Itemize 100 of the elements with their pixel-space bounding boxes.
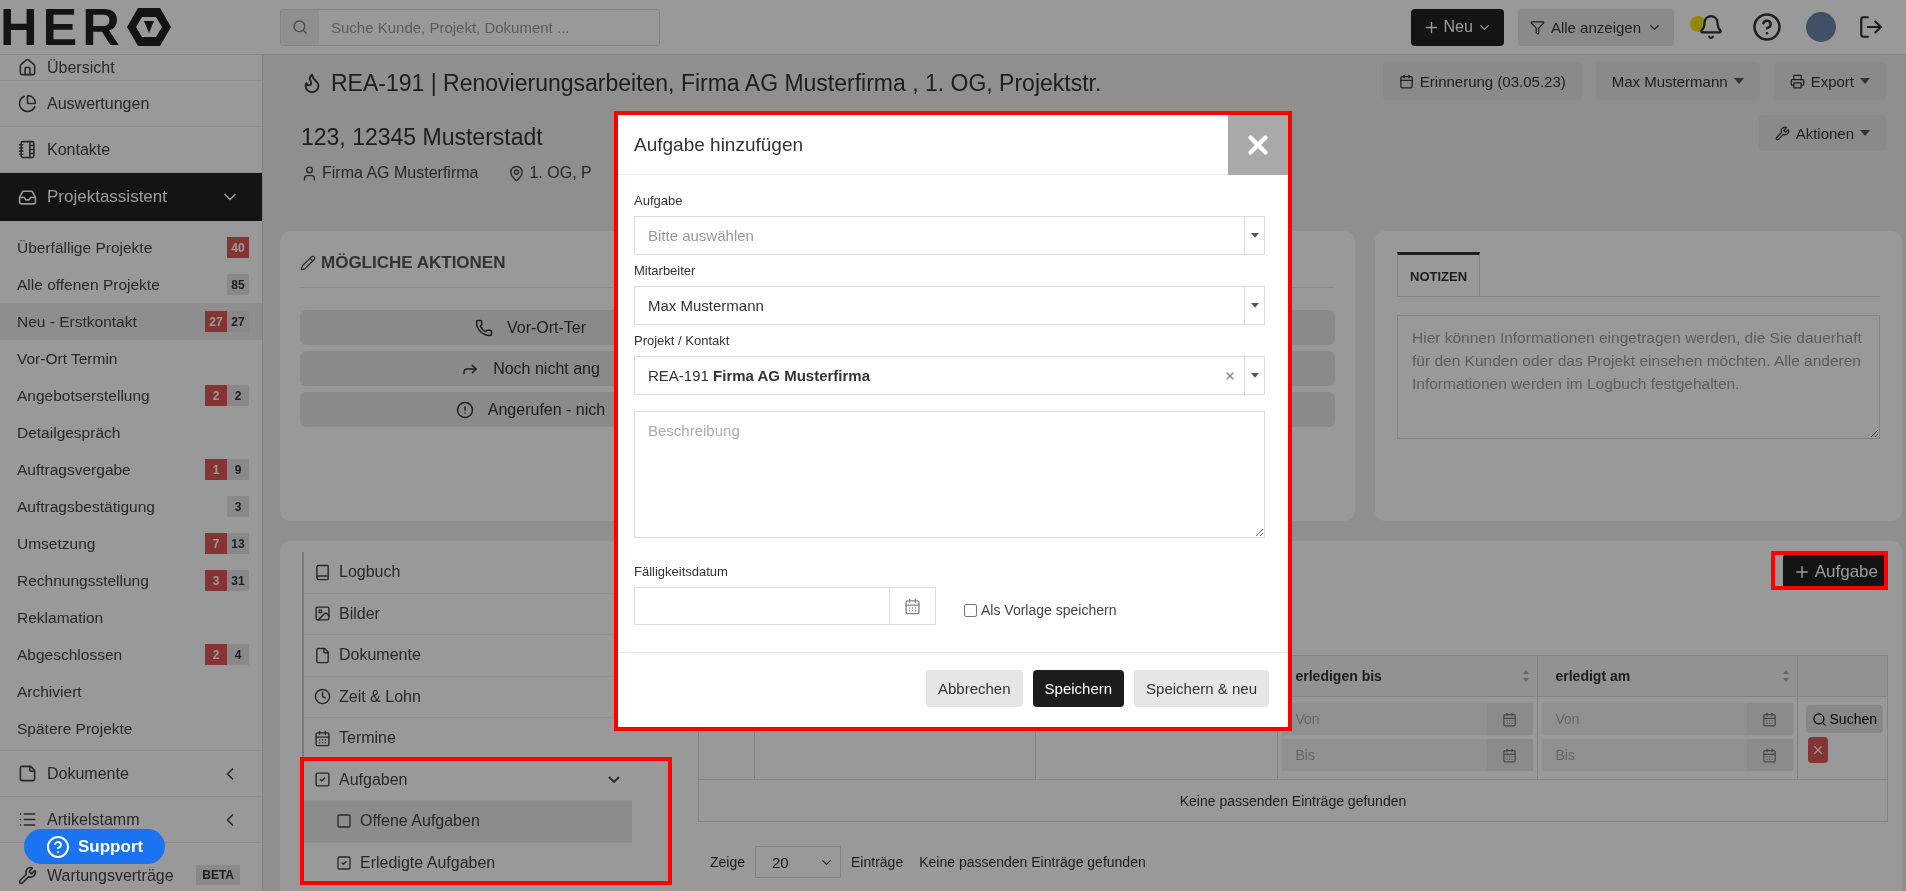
dialog-title: Aufgabe hinzufügen: [634, 133, 804, 156]
project-action-button[interactable]: Max Mustermann: [1595, 62, 1760, 100]
section-icon: [314, 771, 331, 789]
sidebar-icon: [18, 94, 37, 113]
project-title: REA-191 | Renovierungsarbeiten, Firma AG Musterfirma , 1. OG, Projektstr.: [331, 69, 1102, 98]
alert-count-badge: 2: [205, 644, 227, 665]
notification-icon[interactable]: [1690, 14, 1724, 40]
dialog-button[interactable]: Speichern: [1032, 670, 1125, 707]
search-icon: [1811, 711, 1827, 727]
clear-icon[interactable]: [1224, 369, 1236, 382]
template-checkbox[interactable]: Als Vorlage speichern: [964, 602, 1117, 618]
count-badge: 13: [227, 533, 249, 554]
notes-tab[interactable]: NOTIZEN: [1397, 252, 1481, 296]
action-icon: [1398, 73, 1414, 89]
dialog-button[interactable]: Speichern & neu: [1134, 670, 1269, 707]
search-field[interactable]: Suche Kunde, Projekt, Dokument ...: [280, 8, 660, 46]
project-title: 123, 12345 Musterstadt: [301, 123, 543, 152]
logo-text: HER: [0, 1, 125, 53]
count-badge: 2: [227, 385, 249, 406]
caret-icon: [1733, 78, 1744, 84]
sort-icon: [1522, 670, 1529, 682]
caret-icon: [1860, 130, 1870, 136]
reset-button[interactable]: [1807, 737, 1828, 763]
count-badge: 85: [227, 274, 249, 295]
project-action-button[interactable]: Aktionen: [1758, 115, 1886, 151]
user-avatar[interactable]: [1806, 12, 1836, 42]
sidebar-icon: [18, 764, 37, 783]
sidebar-section-header[interactable]: Projektassistent: [0, 173, 262, 221]
field-label: Aufgabe: [634, 192, 684, 209]
help-icon: [46, 834, 70, 859]
section-icon: [314, 605, 331, 623]
sidebar-icon: [18, 810, 37, 829]
calendar-icon: [904, 597, 921, 615]
calendar-button[interactable]: [1486, 739, 1533, 771]
sidebar-item[interactable]: Übersicht: [0, 55, 262, 81]
section-item[interactable]: Offene Aufgaben: [304, 801, 632, 843]
pager-label: Einträge: [851, 854, 904, 870]
count-badge: 9: [227, 459, 249, 480]
logout-icon[interactable]: [1858, 14, 1884, 40]
alert-count-badge: 7: [205, 533, 227, 554]
card-title: MÖGLICHE AKTIONEN: [321, 253, 506, 273]
sort-icon: [1782, 670, 1789, 682]
new-button[interactable]: Neu: [1410, 8, 1504, 46]
caret-icon: [1250, 373, 1259, 378]
pencil-icon: [300, 255, 316, 271]
checkbox-icon: [336, 813, 352, 830]
help-icon[interactable]: [1752, 12, 1782, 42]
calendar-icon: [1762, 747, 1777, 763]
calendar-button[interactable]: [1746, 703, 1793, 735]
section-icon: [314, 729, 331, 747]
logo-icon: [126, 7, 171, 47]
customer-name: Firma AG Musterfirma: [322, 164, 479, 182]
alert-count-badge: 40: [227, 237, 249, 258]
description-field[interactable]: Beschreibung: [634, 411, 1265, 538]
support-button[interactable]: Support: [24, 829, 166, 864]
empty-message: Keine passenden Einträge gefunden: [698, 779, 1888, 822]
caret-icon: [1860, 78, 1870, 84]
section-icon: [314, 646, 331, 664]
sidebar-item[interactable]: Dokumente: [0, 750, 262, 796]
caret-icon: [1250, 233, 1259, 238]
page-size-select[interactable]: 20: [755, 846, 842, 878]
calendar-icon: [1762, 711, 1777, 727]
inbox-icon: [18, 187, 37, 207]
person-icon: [301, 164, 318, 182]
calendar-button[interactable]: [1746, 739, 1793, 771]
alert-count-badge: 1: [205, 459, 227, 480]
pager-label: Zeige: [710, 854, 746, 870]
field-label: Mitarbeiter: [634, 262, 697, 279]
checkbox-icon: [336, 854, 352, 871]
count-badge: 3: [227, 496, 249, 517]
pager-info: Keine passenden Einträge gefunden: [919, 854, 1146, 870]
date-field[interactable]: [634, 587, 936, 625]
select-field[interactable]: Bitte auswählen: [634, 216, 1265, 255]
select-field[interactable]: Max Mustermann: [634, 286, 1265, 325]
beta-badge: BETA: [196, 865, 240, 885]
alert-count-badge: 2: [205, 385, 227, 406]
search-icon: [292, 19, 308, 35]
count-badge: 4: [227, 644, 249, 665]
search-button[interactable]: Suchen: [1805, 705, 1883, 733]
calendar-button[interactable]: [1486, 703, 1533, 735]
select-field[interactable]: REA-191 Firma AG Musterfirma: [634, 356, 1265, 395]
caret-icon: [1250, 303, 1259, 308]
section-icon: [314, 688, 331, 706]
filter-button[interactable]: Alle anzeigen: [1517, 8, 1674, 46]
project-action-button[interactable]: Export: [1773, 62, 1886, 100]
checkbox[interactable]: [964, 603, 977, 617]
wrench-icon: [1774, 125, 1790, 141]
project-location: 1. OG, P: [529, 164, 592, 182]
action-icon: [455, 400, 474, 419]
project-action-button[interactable]: Erinnerung (03.05.23): [1382, 62, 1582, 100]
field-label: Projekt / Kontakt: [634, 332, 731, 349]
sidebar-item[interactable]: Neu - Erstkontakt 27 27: [0, 303, 262, 340]
notes-field[interactable]: Hier können Informationen eingetragen werden, die Sie dauerhaft für den Kunden oder das Projekt einsehen möchten. Alle anderen Informationen werden im Logbuch festgehalten.: [1397, 315, 1880, 439]
action-icon: [1789, 73, 1805, 89]
close-button[interactable]: [1228, 114, 1288, 175]
filter-icon: [1529, 19, 1545, 35]
dialog-button[interactable]: Abbrechen: [925, 670, 1023, 707]
column-header[interactable]: erledigt am: [1537, 655, 1797, 697]
alert-count-badge: 3: [205, 570, 227, 591]
sidebar-icon: [18, 58, 37, 77]
